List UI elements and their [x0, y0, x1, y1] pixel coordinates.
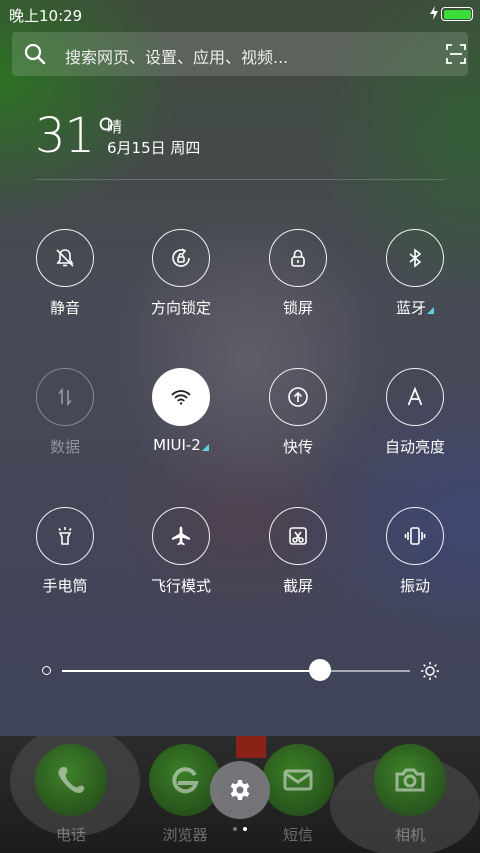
battery-fill	[443, 9, 471, 19]
toggle-wifi[interactable]: MIUI-2	[126, 368, 236, 468]
toggle-circle[interactable]	[152, 229, 210, 287]
gear-icon	[230, 780, 250, 800]
toggle-circle[interactable]	[386, 368, 444, 426]
toggle-label: 手电筒	[42, 577, 88, 595]
toggle-vibrate[interactable]: 振动	[360, 507, 470, 607]
toggle-airplane[interactable]: 飞行模式	[126, 507, 236, 607]
toggle-quick-share[interactable]: 快传	[243, 368, 353, 468]
battery-icon	[441, 7, 473, 21]
toggle-circle[interactable]	[36, 229, 94, 287]
toggle-circle[interactable]	[36, 507, 94, 565]
toggle-label: 快传	[282, 438, 313, 456]
toggle-mobile-data[interactable]: 数据	[10, 368, 120, 468]
toggle-label: 方向锁定	[150, 299, 211, 317]
toggle-circle[interactable]	[152, 507, 210, 565]
status-bar: 晚上10:29	[0, 0, 480, 28]
app-icon-bg	[374, 744, 446, 816]
page-indicator-dot-active	[243, 827, 247, 831]
toggle-label: 振动	[399, 577, 430, 595]
app-label: 短信	[282, 826, 313, 844]
mobile-data-icon	[58, 387, 72, 407]
toggle-circle[interactable]	[386, 229, 444, 287]
toggle-label: 蓝牙	[360, 297, 470, 318]
settings-button[interactable]	[210, 761, 270, 819]
toggle-label: 锁屏	[282, 299, 313, 317]
toggle-label: 自动亮度	[384, 438, 445, 456]
search-input[interactable]: 搜索网页、设置、应用、视频...	[65, 44, 288, 68]
toggle-circle[interactable]	[269, 229, 327, 287]
toggle-circle[interactable]	[269, 507, 327, 565]
app-icon-bg	[35, 744, 107, 816]
toggle-silent[interactable]: 静音	[10, 229, 120, 329]
toggle-circle[interactable]	[386, 507, 444, 565]
toggle-circle[interactable]	[269, 368, 327, 426]
browser-icon	[172, 767, 199, 794]
toggle-label-text: 蓝牙	[395, 299, 426, 317]
brightness-low-icon	[42, 666, 51, 675]
app-label: 相机	[394, 826, 425, 844]
brightness-slider[interactable]	[62, 670, 410, 672]
app-icon-bg	[262, 744, 334, 816]
charging-icon	[430, 6, 438, 20]
toggle-screenshot[interactable]: 截屏	[243, 507, 353, 607]
camera-icon	[395, 768, 425, 792]
toggle-circle[interactable]	[36, 368, 94, 426]
toggle-circle[interactable]	[152, 368, 210, 426]
brightness-high-icon	[421, 662, 439, 680]
quick-share-icon	[288, 387, 308, 407]
toggle-rotation-lock[interactable]: 方向锁定	[126, 229, 236, 329]
weather-date: 6月15日 周四	[107, 139, 201, 157]
toggle-flashlight[interactable]: 手电筒	[10, 507, 120, 607]
background-detail	[236, 736, 266, 758]
toggle-lock-screen[interactable]: 锁屏	[243, 229, 353, 329]
more-indicator-icon	[427, 307, 434, 314]
brightness-fill	[62, 670, 320, 672]
weather-condition: 晴	[107, 118, 123, 136]
temperature[interactable]: 31°	[35, 108, 118, 164]
search-icon	[24, 43, 46, 65]
toggle-label: 静音	[49, 299, 80, 317]
toggle-label-text: MIUI-2	[153, 436, 201, 454]
flashlight-icon	[58, 527, 72, 545]
vibrate-icon	[404, 527, 426, 545]
toggle-auto-brightness[interactable]: 自动亮度	[360, 368, 470, 468]
app-icon-bg	[149, 744, 221, 816]
app-label: 浏览器	[162, 826, 208, 844]
divider	[35, 179, 445, 180]
messages-icon	[283, 769, 313, 791]
airplane-icon	[172, 526, 190, 546]
more-indicator-icon	[201, 444, 209, 451]
brightness-knob[interactable]	[308, 659, 331, 681]
auto-brightness-icon	[407, 386, 423, 406]
wifi-icon	[171, 390, 191, 405]
screenshot-icon	[289, 527, 307, 545]
bluetooth-icon	[409, 248, 422, 268]
toggle-label: 数据	[49, 438, 80, 456]
toggle-label: 飞行模式	[150, 577, 211, 595]
rotation-lock-icon	[172, 248, 190, 267]
search-bar[interactable]: 搜索网页、设置、应用、视频...	[12, 32, 468, 76]
toggle-bluetooth[interactable]: 蓝牙	[360, 229, 470, 329]
status-time: 晚上10:29	[9, 7, 83, 25]
page-indicator-dot	[233, 827, 237, 831]
toggle-label: MIUI-2	[126, 436, 236, 454]
app-label: 电话	[55, 826, 86, 844]
scan-icon[interactable]	[446, 44, 466, 64]
lock-icon	[291, 249, 305, 267]
bell-off-icon	[56, 249, 74, 267]
phone-icon	[58, 767, 85, 793]
toggle-label: 截屏	[282, 577, 313, 595]
